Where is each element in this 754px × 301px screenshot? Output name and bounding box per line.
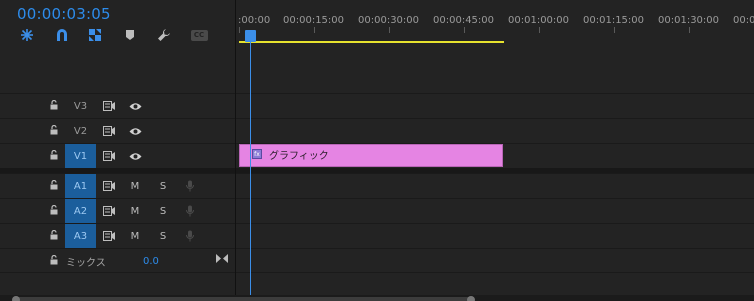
fx-badge-icon: fx [252, 149, 262, 159]
lock-track-icon[interactable] [50, 180, 58, 190]
track-header-mix: ミックス 0.0 [0, 248, 235, 272]
go-to-in-out-icon[interactable] [215, 246, 229, 270]
ruler-tick-label: :00:00 [238, 15, 271, 26]
sync-lock-icon[interactable] [101, 94, 117, 118]
clip-name: グラフィック [269, 151, 329, 162]
track-header-a3: A3 M S [0, 223, 235, 248]
captions-icon[interactable]: CC [189, 25, 209, 45]
sync-lock-icon[interactable] [101, 224, 117, 248]
lock-track-icon[interactable] [50, 125, 58, 135]
track-header-empty [0, 272, 235, 295]
ruler-tick [239, 27, 240, 33]
timeline-toolbar: CC [0, 25, 236, 45]
lock-track-icon[interactable] [50, 205, 58, 215]
ruler-tick-label: 00:01:00:00 [508, 15, 570, 26]
ruler-tick [314, 27, 315, 33]
playhead-timecode[interactable]: 00:00:03:05 [17, 5, 111, 23]
track-lane-a1[interactable] [236, 173, 754, 197]
sync-lock-icon[interactable] [101, 119, 117, 143]
solo-button[interactable]: S [156, 224, 170, 248]
track-lane-mix[interactable] [236, 248, 754, 272]
voice-over-mic-icon[interactable] [183, 199, 197, 223]
track-lane-a3[interactable] [236, 223, 754, 247]
work-area-bar[interactable] [239, 41, 504, 43]
mix-volume-value[interactable]: 0.0 [143, 249, 159, 273]
mute-button[interactable]: M [128, 199, 142, 223]
scrollbar-zoom-handle-left[interactable] [12, 296, 20, 301]
ruler-tick-label: 00:01:15:00 [583, 15, 645, 26]
track-target-a3[interactable]: A3 [65, 224, 96, 248]
solo-button[interactable]: S [156, 174, 170, 198]
toggle-output-eye-icon[interactable] [127, 144, 143, 168]
mix-track-label: ミックス [66, 257, 106, 269]
sync-lock-icon[interactable] [101, 144, 117, 168]
ruler-tick-label: 00:01:45 [733, 15, 754, 26]
track-header-v1: V1 [0, 143, 235, 168]
ruler-tick [464, 27, 465, 33]
mute-button[interactable]: M [128, 174, 142, 198]
scrollbar-zoom-handle-right[interactable] [467, 296, 475, 301]
track-header-v2: V2 [0, 118, 235, 142]
snap-nest-icon[interactable] [17, 25, 37, 45]
track-lane-a2[interactable] [236, 198, 754, 222]
track-target-a1[interactable]: A1 [65, 174, 96, 198]
lock-track-icon[interactable] [50, 100, 58, 110]
snap-icon[interactable] [52, 25, 72, 45]
ruler-tick [689, 27, 690, 33]
ruler-tick [614, 27, 615, 33]
sync-lock-icon[interactable] [101, 174, 117, 198]
lock-track-icon[interactable] [50, 230, 58, 240]
lock-track-icon[interactable] [50, 255, 58, 265]
mute-button[interactable]: M [128, 224, 142, 248]
track-lane-v2[interactable] [236, 118, 754, 142]
voice-over-mic-icon[interactable] [183, 174, 197, 198]
track-header-a2: A2 M S [0, 198, 235, 223]
linked-selection-icon[interactable] [85, 25, 105, 45]
track-header-a1: A1 M S [0, 173, 235, 198]
track-lane-empty[interactable] [236, 272, 754, 295]
playhead-line[interactable] [250, 36, 251, 301]
ruler-tick-label: 00:01:30:00 [658, 15, 720, 26]
timeline-settings-wrench-icon[interactable] [154, 25, 174, 45]
header-lane-divider[interactable] [235, 0, 236, 301]
sync-lock-icon[interactable] [101, 199, 117, 223]
track-header-v3: V3 [0, 93, 235, 117]
timeline-clip[interactable]: fx グラフィック [239, 144, 503, 167]
track-target-a2[interactable]: A2 [65, 199, 96, 223]
scrollbar-thumb[interactable] [16, 297, 471, 301]
track-target-v2[interactable]: V2 [65, 119, 96, 143]
ruler-tick-label: 00:00:45:00 [433, 15, 495, 26]
timeline-header-gap [236, 45, 754, 93]
voice-over-mic-icon[interactable] [183, 224, 197, 248]
toggle-output-eye-icon[interactable] [127, 119, 143, 143]
ruler-tick [389, 27, 390, 33]
track-target-v1[interactable]: V1 [65, 144, 96, 168]
timeline-header-left: 00:00:03:05 CC [0, 0, 236, 93]
ruler-tick-label: 00:00:30:00 [358, 15, 420, 26]
ruler-tick-label: 00:00:15:00 [283, 15, 345, 26]
track-target-v3[interactable]: V3 [65, 94, 96, 118]
lock-track-icon[interactable] [50, 150, 58, 160]
captions-label: CC [190, 29, 208, 41]
time-ruler[interactable]: :00:00 00:00:15:00 00:00:30:00 00:00:45:… [236, 0, 754, 45]
add-marker-icon[interactable] [120, 25, 140, 45]
toggle-output-eye-icon[interactable] [127, 94, 143, 118]
ruler-tick [539, 27, 540, 33]
solo-button[interactable]: S [156, 199, 170, 223]
track-lane-v3[interactable] [236, 93, 754, 117]
